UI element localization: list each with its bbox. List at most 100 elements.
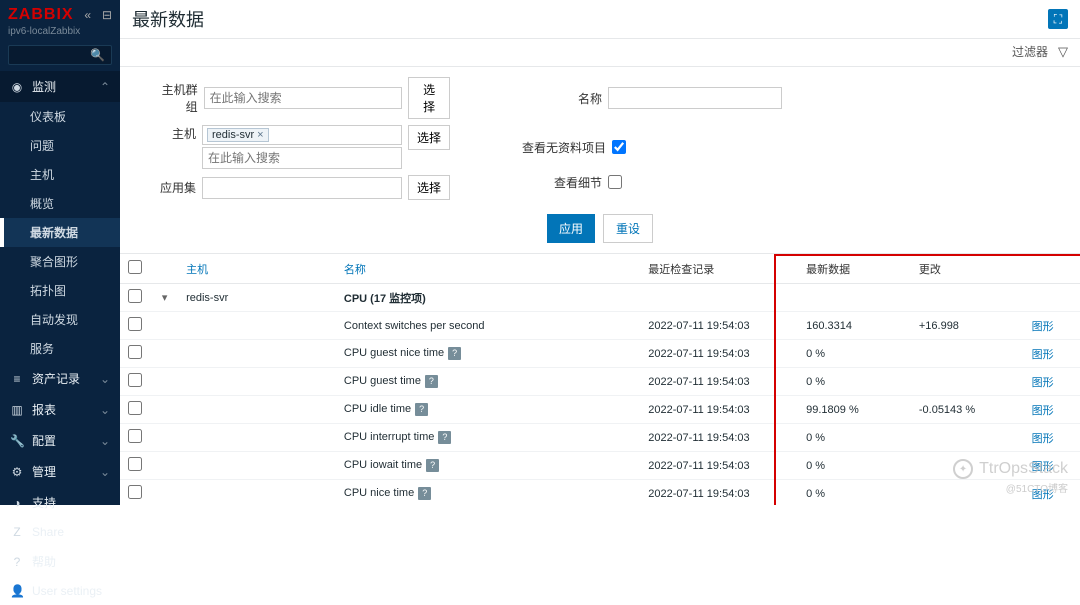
reset-button[interactable]: 重设 (603, 214, 653, 243)
item-value: 0 % (798, 340, 911, 368)
graph-link[interactable]: 图形 (1032, 433, 1054, 445)
menu-icon[interactable]: ⊟ (102, 8, 112, 22)
table-row: CPU nice time?2022-07-11 19:54:030 %图形 (120, 480, 1080, 506)
show-detail-checkbox[interactable] (608, 175, 622, 189)
select-all-checkbox[interactable] (128, 260, 142, 274)
row-checkbox[interactable] (128, 485, 142, 499)
help-icon[interactable]: ? (425, 375, 438, 388)
app-input[interactable] (202, 177, 402, 199)
server-subtitle: ipv6-localZabbix (0, 26, 120, 43)
collapse-icon[interactable]: « (84, 8, 91, 22)
name-input[interactable] (608, 87, 782, 109)
graph-link[interactable]: 图形 (1032, 405, 1054, 417)
footer-icon: ? (10, 555, 24, 569)
sidebar-search-input[interactable] (9, 46, 84, 64)
group-host: redis-svr (178, 284, 336, 312)
item-time: 2022-07-11 19:54:03 (640, 312, 798, 340)
item-value: 160.3314 (798, 312, 911, 340)
item-name: CPU interrupt time? (336, 424, 640, 452)
expand-toggle[interactable]: ▾ (154, 284, 178, 312)
help-icon[interactable]: ? (426, 459, 439, 472)
col-host[interactable]: 主机 (178, 254, 336, 284)
item-name: CPU guest time? (336, 368, 640, 396)
graph-link[interactable]: 图形 (1032, 461, 1054, 473)
nav-section-0[interactable]: ≡资产记录⌄ (0, 363, 120, 394)
graph-link[interactable]: 图形 (1032, 321, 1054, 333)
sidebar-item-8[interactable]: 服务 (0, 334, 120, 363)
chevron-down-icon: ⌄ (100, 465, 110, 479)
col-name[interactable]: 名称 (336, 254, 640, 284)
row-checkbox[interactable] (128, 345, 142, 359)
nav-section-3[interactable]: ⚙管理⌄ (0, 456, 120, 487)
page-title: 最新数据 (132, 6, 204, 32)
sidebar-search[interactable]: 🔍 (8, 45, 112, 65)
footer-icon: ◑ (10, 496, 24, 510)
close-icon[interactable]: × (257, 129, 263, 141)
item-name: Context switches per second (336, 312, 640, 340)
app-select-button[interactable]: 选择 (408, 175, 450, 200)
help-icon[interactable]: ? (448, 347, 461, 360)
show-noitem-label: 查看无资料项目 (522, 139, 606, 156)
host-tag[interactable]: redis-svr × (207, 128, 269, 142)
help-icon[interactable]: ? (418, 487, 431, 500)
show-noitem-checkbox[interactable] (612, 140, 626, 154)
item-time: 2022-07-11 19:54:03 (640, 452, 798, 480)
host-select-button[interactable]: 选择 (408, 125, 450, 150)
nav-monitoring[interactable]: ◉ 监测 ⌃ (0, 71, 120, 102)
host-input[interactable] (202, 147, 402, 169)
item-time: 2022-07-11 19:54:03 (640, 340, 798, 368)
graph-link[interactable]: 图形 (1032, 377, 1054, 389)
footer-item-1[interactable]: ZShare (0, 518, 120, 546)
item-value: 0 % (798, 480, 911, 506)
item-name: CPU idle time? (336, 396, 640, 424)
sidebar-item-4[interactable]: 最新数据 (0, 218, 120, 247)
help-icon[interactable]: ? (415, 403, 428, 416)
row-checkbox[interactable] (128, 401, 142, 415)
footer-item-0[interactable]: ◑支持 (0, 487, 120, 518)
table-row: CPU guest nice time?2022-07-11 19:54:030… (120, 340, 1080, 368)
filter-icon[interactable]: ▽ (1058, 44, 1068, 60)
item-value: 0 % (798, 424, 911, 452)
row-checkbox[interactable] (128, 373, 142, 387)
table-row: CPU iowait time?2022-07-11 19:54:030 %图形 (120, 452, 1080, 480)
fullscreen-button[interactable]: ⛶ (1048, 9, 1068, 29)
sidebar-item-5[interactable]: 聚合图形 (0, 247, 120, 276)
host-label: 主机 (152, 125, 196, 142)
hostgroup-input[interactable] (204, 87, 403, 109)
sidebar-item-2[interactable]: 主机 (0, 160, 120, 189)
footer-icon: Z (10, 525, 24, 539)
nav-section-1[interactable]: ▥报表⌄ (0, 394, 120, 425)
row-checkbox[interactable] (128, 289, 142, 303)
hostgroup-select-button[interactable]: 选择 (408, 77, 450, 119)
nav-section-2[interactable]: 🔧配置⌄ (0, 425, 120, 456)
help-icon[interactable]: ? (438, 431, 451, 444)
group-row: ▾redis-svrCPU (17 监控项) (120, 284, 1080, 312)
sidebar-item-3[interactable]: 概览 (0, 189, 120, 218)
graph-link[interactable]: 图形 (1032, 489, 1054, 501)
row-checkbox[interactable] (128, 317, 142, 331)
show-detail-label: 查看细节 (522, 174, 602, 191)
sidebar-item-1[interactable]: 问题 (0, 131, 120, 160)
item-time: 2022-07-11 19:54:03 (640, 480, 798, 506)
filter-form: 主机群组 选择 名称 主机 redis-svr (120, 67, 1080, 254)
table-row: Context switches per second2022-07-11 19… (120, 312, 1080, 340)
search-icon[interactable]: 🔍 (84, 46, 111, 64)
item-change: +16.998 (911, 312, 1024, 340)
row-checkbox[interactable] (128, 429, 142, 443)
footer-item-3[interactable]: 👤User settings (0, 577, 120, 605)
item-name: CPU iowait time? (336, 452, 640, 480)
sidebar-item-6[interactable]: 拓扑图 (0, 276, 120, 305)
item-time: 2022-07-11 19:54:03 (640, 424, 798, 452)
footer-item-2[interactable]: ?帮助 (0, 546, 120, 577)
row-checkbox[interactable] (128, 457, 142, 471)
group-name: CPU (17 监控项) (336, 284, 640, 312)
app-label: 应用集 (152, 179, 196, 196)
sidebar-item-7[interactable]: 自动发现 (0, 305, 120, 334)
host-tag-input[interactable]: redis-svr × (202, 125, 402, 145)
sidebar-item-0[interactable]: 仪表板 (0, 102, 120, 131)
filter-tab[interactable]: 过滤器 (1012, 43, 1048, 60)
item-change (911, 452, 1024, 480)
graph-link[interactable]: 图形 (1032, 349, 1054, 361)
apply-button[interactable]: 应用 (547, 214, 595, 243)
table-row: CPU interrupt time?2022-07-11 19:54:030 … (120, 424, 1080, 452)
